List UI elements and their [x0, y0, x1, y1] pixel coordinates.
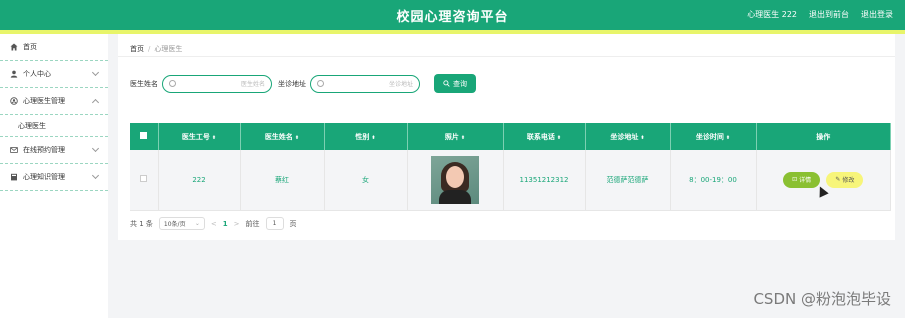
- doctor-name-input[interactable]: [177, 78, 265, 90]
- sort-icon: ⬍: [371, 134, 376, 141]
- cell-time: 8：00-19：00: [670, 150, 757, 211]
- total-count: 共 1 条: [130, 219, 153, 228]
- select-all-header: [130, 123, 159, 150]
- current-user-label: 心理医生 222: [747, 10, 797, 19]
- sidebar: 首页 个人中心 心理医生管理 心理医生 在线预约管理 心理知识管理: [0, 34, 108, 318]
- sort-icon: ⬍: [211, 134, 217, 141]
- col-header-gender[interactable]: 性别 ⬍: [324, 123, 408, 150]
- search-icon: [443, 80, 450, 87]
- detail-button[interactable]: ⊡ 详情: [783, 171, 821, 188]
- watermark: CSDN @粉泡泡毕设: [753, 290, 891, 308]
- cell-id: 222: [158, 150, 241, 211]
- col-header-phone[interactable]: 联系电话 ⬍: [503, 123, 586, 150]
- goto-page-input[interactable]: 1: [265, 217, 284, 230]
- book-icon: [10, 173, 18, 181]
- user-icon: [10, 70, 18, 78]
- top-header: 校园心理咨询平台 心理医生 222 退出到前台 退出登录: [0, 0, 905, 30]
- sidebar-subitem-doctor[interactable]: 心理医生: [0, 115, 108, 137]
- select-all-checkbox[interactable]: [140, 132, 148, 139]
- sidebar-item-profile[interactable]: 个人中心: [0, 61, 108, 88]
- chevron-down-icon: [91, 144, 100, 153]
- sort-icon: ⬍: [640, 134, 645, 141]
- search-icon: [169, 79, 176, 87]
- edit-icon: ✎: [835, 176, 841, 184]
- cell-actions: ⊡ 详情 ✎ 修改: [756, 150, 891, 211]
- col-header-actions: 操作: [756, 123, 891, 150]
- search-button[interactable]: 查询: [434, 74, 476, 93]
- chevron-down-icon: [91, 68, 100, 77]
- col-header-photo[interactable]: 照片 ⬍: [407, 123, 504, 150]
- next-page-button[interactable]: >: [234, 220, 240, 228]
- clinic-address-label: 坐诊地址: [278, 79, 306, 88]
- search-button-label: 查询: [453, 79, 467, 88]
- prev-page-button[interactable]: <: [211, 220, 217, 228]
- back-to-front-link[interactable]: 退出到前台: [809, 9, 849, 20]
- sort-icon: ⬍: [725, 134, 731, 141]
- sidebar-item-appointments[interactable]: 在线预约管理: [0, 137, 108, 164]
- sidebar-item-knowledge[interactable]: 心理知识管理: [0, 164, 108, 191]
- header-actions: 心理医生 222 退出到前台 退出登录: [747, 9, 893, 20]
- doctor-photo[interactable]: [431, 155, 479, 204]
- search-icon: [317, 79, 324, 87]
- breadcrumb-divider: [118, 56, 895, 57]
- clinic-address-input[interactable]: [325, 78, 413, 90]
- row-checkbox[interactable]: [140, 175, 148, 183]
- sidebar-item-label: 心理知识管理: [23, 173, 65, 181]
- sidebar-item-doctor-management[interactable]: 心理医生管理: [0, 88, 108, 115]
- doctor-name-label: 医生姓名: [130, 79, 158, 88]
- table-header-row: 医生工号 ⬍ 医生姓名 ⬍ 性别 ⬍ 照片 ⬍ 联系电话 ⬍ 坐诊地址 ⬍ 坐诊时间 ⬍ 操作: [130, 123, 891, 150]
- detail-icon: ⊡: [792, 176, 798, 184]
- mail-icon: [10, 146, 18, 154]
- doctor-table: 医生工号 ⬍ 医生姓名 ⬍ 性别 ⬍ 照片 ⬍ 联系电话 ⬍ 坐诊地址 ⬍ 坐诊时间 ⬍ 操作…: [130, 123, 891, 211]
- row-select-cell: [130, 150, 159, 211]
- sidebar-item-label: 个人中心: [23, 70, 51, 78]
- col-header-address[interactable]: 坐诊地址 ⬍: [585, 123, 671, 150]
- sidebar-subitem-label: 心理医生: [18, 121, 46, 130]
- search-form: 医生姓名 坐诊地址 查询: [130, 74, 476, 93]
- chevron-down-icon: ⌄: [194, 220, 200, 227]
- col-header-name[interactable]: 医生姓名 ⬍: [240, 123, 325, 150]
- chevron-up-icon: [91, 98, 100, 107]
- col-header-id[interactable]: 医生工号 ⬍: [158, 123, 241, 150]
- logout-link[interactable]: 退出登录: [861, 9, 893, 20]
- cell-phone: 11351212312: [503, 150, 586, 211]
- sidebar-item-label: 在线预约管理: [23, 146, 65, 154]
- edit-button[interactable]: ✎ 修改: [826, 171, 864, 188]
- table-row: 222 蔡红 女 11351212312 范德萨范德萨 8：00-19：00 ⊡: [130, 150, 891, 211]
- breadcrumb: 首页 / 心理医生: [130, 44, 182, 54]
- cell-address: 范德萨范德萨: [585, 150, 671, 211]
- cell-photo: [407, 150, 504, 211]
- cell-gender: 女: [324, 150, 408, 211]
- breadcrumb-home[interactable]: 首页: [130, 45, 144, 53]
- clinic-address-field-wrapper: [310, 74, 420, 93]
- sidebar-item-label: 心理医生管理: [23, 97, 65, 105]
- doctor-name-field-wrapper: [162, 74, 272, 93]
- page-number-current[interactable]: 1: [223, 220, 228, 228]
- pagination: 共 1 条 10条/页 ⌄ < 1 > 前往 1 页: [130, 217, 297, 230]
- cell-name: 蔡红: [240, 150, 325, 211]
- sort-icon: ⬍: [556, 134, 562, 141]
- col-header-time[interactable]: 坐诊时间 ⬍: [670, 123, 757, 150]
- page-size-select[interactable]: 10条/页 ⌄: [158, 217, 205, 230]
- goto-label: 前往: [245, 219, 260, 228]
- sort-icon: ⬍: [294, 134, 300, 141]
- sidebar-item-label: 首页: [23, 43, 37, 51]
- sidebar-item-home[interactable]: 首页: [0, 34, 108, 61]
- doctor-icon: [10, 97, 18, 105]
- chevron-down-icon: [91, 171, 100, 180]
- breadcrumb-separator: /: [148, 45, 151, 53]
- breadcrumb-current: 心理医生: [154, 45, 183, 53]
- home-icon: [10, 43, 18, 51]
- sort-icon: ⬍: [460, 134, 466, 141]
- main-panel: 首页/心理医生 医生姓名 坐诊地址 查询 医生工号⬍ 医生姓名⬍ 性别⬍ 照片⬍…: [118, 34, 895, 240]
- page-unit-label: 页: [289, 219, 297, 228]
